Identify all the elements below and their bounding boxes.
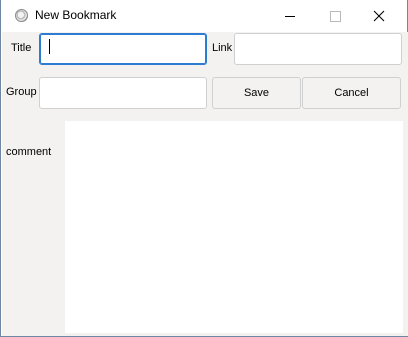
app-disc-icon — [15, 9, 28, 22]
save-button-label: Save — [243, 87, 270, 99]
title-label: Title — [11, 42, 32, 54]
window-title: New Bookmark — [35, 8, 117, 22]
link-input[interactable] — [234, 33, 402, 65]
save-button[interactable]: Save — [212, 77, 301, 109]
new-bookmark-window: New Bookmark Title Link Group Save Cance… — [0, 0, 408, 337]
comment-label: comment — [6, 146, 52, 158]
maximize-button[interactable] — [312, 0, 358, 32]
cancel-button-label: Cancel — [334, 87, 369, 99]
maximize-icon — [330, 11, 341, 22]
group-label: Group — [6, 86, 37, 98]
link-label: Link — [212, 42, 233, 54]
close-button[interactable] — [356, 0, 402, 32]
title-bar[interactable]: New Bookmark — [1, 0, 407, 32]
minimize-button[interactable] — [266, 0, 312, 32]
group-input[interactable] — [39, 77, 207, 109]
form-panel: Title Link Group Save Cancel comment — [2, 32, 408, 336]
close-icon — [373, 10, 385, 22]
text-cursor — [49, 39, 50, 54]
title-input[interactable] — [39, 33, 207, 65]
comment-textarea[interactable] — [65, 121, 403, 333]
minimize-icon — [285, 16, 295, 17]
cancel-button[interactable]: Cancel — [302, 77, 401, 109]
